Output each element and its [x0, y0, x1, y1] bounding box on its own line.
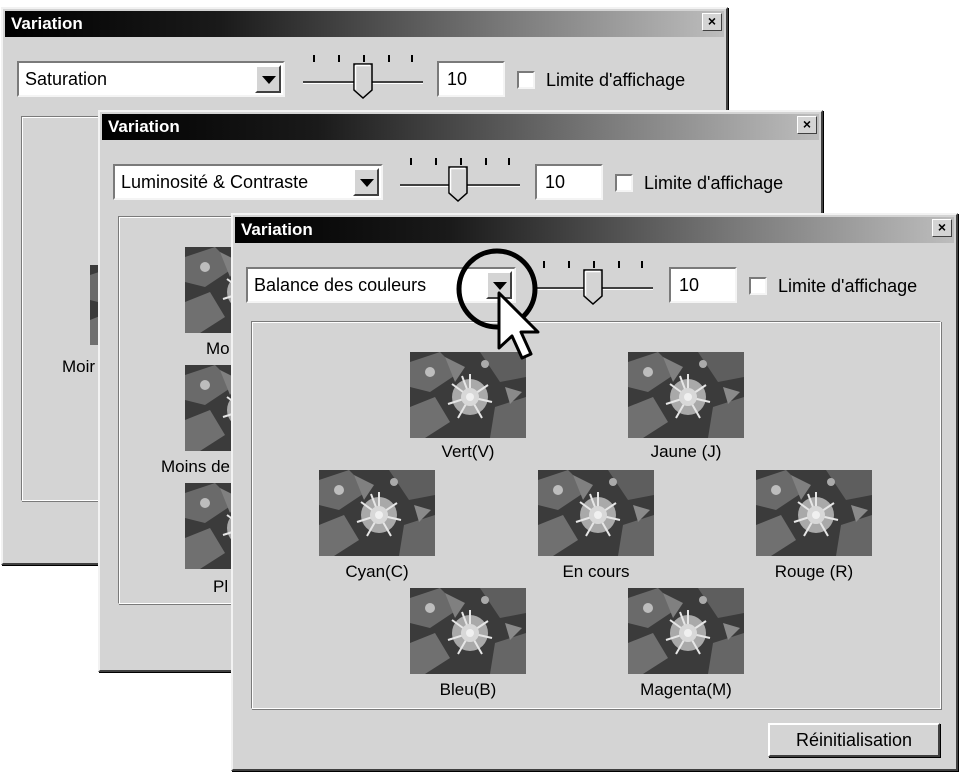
display-limit-label: Limite d'affichage	[778, 276, 918, 296]
reset-button[interactable]: Réinitialisation	[768, 723, 940, 757]
variation-label-magenta: Magenta(M)	[640, 680, 732, 699]
variation-label-blue: Bleu(B)	[439, 680, 497, 699]
close-icon: ×	[937, 219, 947, 235]
variation-thumbnail-current[interactable]	[538, 470, 654, 556]
mode-select-value: Balance des couleurs	[254, 275, 427, 295]
mode-select-value: Saturation	[25, 69, 108, 89]
variation-label-yellow: Jaune (J)	[650, 442, 722, 461]
close-icon: ×	[802, 116, 812, 132]
variation-thumbnail-green[interactable]	[410, 352, 526, 438]
mode-select-value: Luminosité & Contraste	[121, 172, 309, 192]
amount-input[interactable]: 10	[535, 164, 603, 200]
window-title: Variation	[235, 217, 954, 243]
variation-label-red: Rouge (R)	[774, 562, 854, 581]
display-limit-checkbox[interactable]	[749, 277, 767, 295]
slider-thumb-icon[interactable]	[353, 63, 373, 99]
window-title: Variation	[5, 11, 724, 37]
display-limit-checkbox[interactable]	[615, 174, 633, 192]
variation-label-partial: Moir	[62, 357, 96, 376]
variation-thumbnail-yellow[interactable]	[628, 352, 744, 438]
close-button[interactable]: ×	[702, 13, 722, 31]
close-button[interactable]: ×	[797, 116, 817, 134]
variation-thumbnail-cyan[interactable]	[319, 470, 435, 556]
variation-label-partial: Moins de	[161, 457, 230, 476]
amount-slider[interactable]	[400, 152, 520, 212]
chevron-down-icon[interactable]	[353, 168, 379, 196]
slider-thumb-icon[interactable]	[583, 269, 603, 305]
variation-label-green: Vert(V)	[441, 442, 495, 461]
variation-label-cyan: Cyan(C)	[345, 562, 409, 581]
variation-thumbnail-blue[interactable]	[410, 588, 526, 674]
mode-select[interactable]: Saturation	[17, 61, 285, 97]
display-limit-label: Limite d'affichage	[644, 173, 784, 193]
slider-thumb-icon[interactable]	[448, 166, 468, 202]
display-limit-checkbox[interactable]	[517, 71, 535, 89]
chevron-down-icon[interactable]	[255, 65, 281, 93]
amount-input[interactable]: 10	[669, 267, 737, 303]
close-icon: ×	[707, 13, 717, 29]
amount-input[interactable]: 10	[437, 61, 505, 97]
display-limit-label: Limite d'affichage	[546, 70, 686, 90]
amount-slider[interactable]	[303, 49, 423, 109]
window-title: Variation	[102, 114, 819, 140]
variation-thumbnail-magenta[interactable]	[628, 588, 744, 674]
variation-label-current: En cours	[562, 562, 630, 581]
close-button[interactable]: ×	[932, 219, 952, 237]
variation-label-partial: Pl	[213, 577, 229, 596]
variation-thumbnail-red[interactable]	[756, 470, 872, 556]
variation-label-partial: Mo	[206, 339, 230, 358]
mouse-pointer-icon	[497, 291, 540, 360]
amount-slider[interactable]	[533, 255, 653, 315]
mode-select[interactable]: Luminosité & Contraste	[113, 164, 383, 200]
variations-panel: Vert(V) Jaune (J) Cyan(C) En cours Rouge…	[251, 321, 941, 709]
variation-window-color-balance: Variation × Balance des couleurs 10 Limi…	[231, 213, 958, 771]
